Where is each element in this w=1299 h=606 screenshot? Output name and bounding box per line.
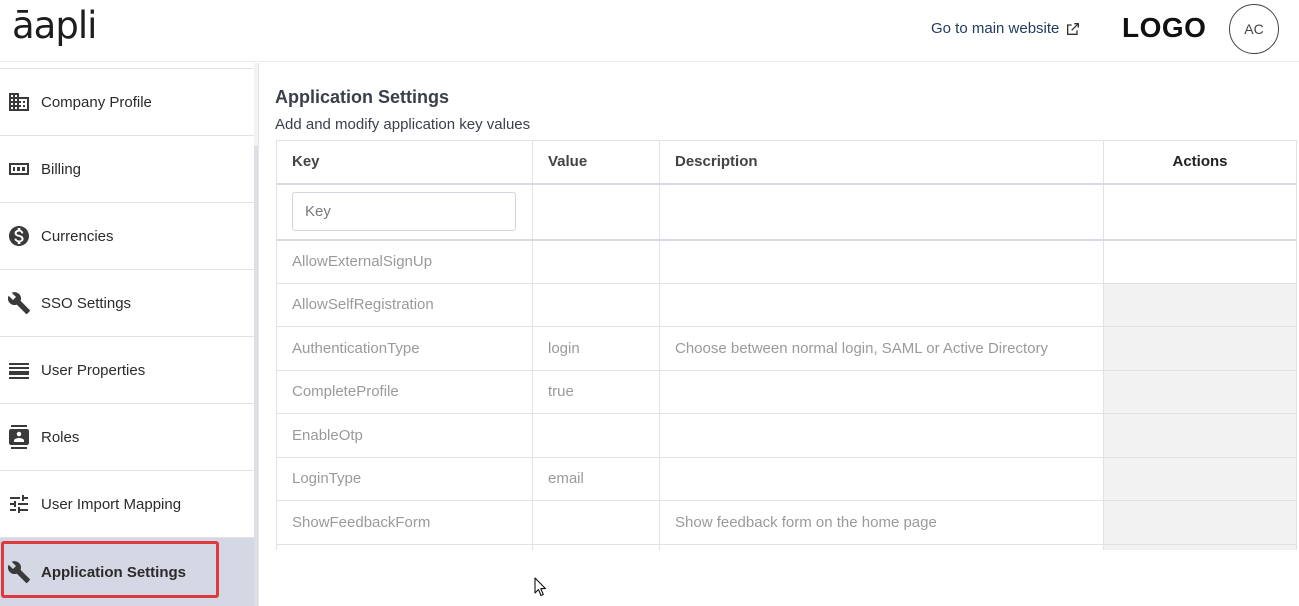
- cell-actions[interactable]: [1103, 326, 1297, 371]
- sidebar-item-label: Roles: [41, 428, 80, 446]
- counter-icon: [7, 157, 31, 181]
- table-row[interactable]: LoginType email: [276, 456, 1297, 501]
- sidebar-item-currencies[interactable]: Currencies: [0, 203, 254, 270]
- cell-value[interactable]: email: [532, 456, 660, 501]
- table-row[interactable]: [276, 543, 1297, 550]
- wrench-icon: [7, 291, 31, 315]
- sidebar-item-user-import-mapping[interactable]: User Import Mapping: [0, 471, 254, 538]
- cell-description[interactable]: [659, 543, 1104, 550]
- cell-actions[interactable]: [1103, 282, 1297, 327]
- cell-description[interactable]: Choose between normal login, SAML or Act…: [659, 326, 1104, 371]
- mouse-pointer-icon: [534, 577, 547, 597]
- cell-value[interactable]: true: [532, 369, 660, 414]
- sidebar-item-company-profile[interactable]: Company Profile: [0, 69, 254, 136]
- sidebar-item-label: Billing: [41, 160, 82, 178]
- cell-description[interactable]: [659, 369, 1104, 414]
- cell-value[interactable]: [532, 282, 660, 327]
- cell-value[interactable]: [532, 543, 660, 550]
- cell-key[interactable]: AllowSelfRegistration: [276, 282, 533, 327]
- table-row[interactable]: AllowExternalSignUp: [276, 239, 1297, 284]
- external-link-icon: [1067, 22, 1080, 35]
- cell-actions[interactable]: [1103, 239, 1297, 284]
- cell-key[interactable]: AuthenticationType: [276, 326, 533, 371]
- sidebar-item-application-settings[interactable]: Application Settings: [0, 538, 254, 606]
- cell-description[interactable]: Show feedback form on the home page: [659, 500, 1104, 545]
- cell-description[interactable]: [659, 282, 1104, 327]
- sidebar-item-sso-settings[interactable]: SSO Settings: [0, 270, 254, 337]
- top-header: āapli Go to main website LOGO AC: [0, 0, 1299, 62]
- cell-key[interactable]: LoginType: [276, 456, 533, 501]
- main-content: Application Settings Add and modify appl…: [259, 63, 1299, 606]
- sidebar-item-user-properties[interactable]: User Properties: [0, 337, 254, 404]
- main-link-label: Go to main website: [931, 20, 1060, 37]
- sidebar-item-label: Company Profile: [41, 93, 152, 111]
- sidebar-item-label: SSO Settings: [41, 294, 132, 312]
- cell-actions[interactable]: [1103, 369, 1297, 414]
- filter-cell-key: [276, 183, 533, 241]
- sidebar-item-label: User Properties: [41, 361, 146, 379]
- cell-description[interactable]: [659, 239, 1104, 284]
- column-header-description[interactable]: Description: [659, 140, 1104, 185]
- cell-value[interactable]: [532, 500, 660, 545]
- cell-key[interactable]: [276, 543, 533, 550]
- contact-card-icon: [7, 425, 31, 449]
- cell-actions[interactable]: [1103, 413, 1297, 458]
- column-header-value[interactable]: Value: [532, 140, 660, 185]
- dollar-circle-icon: [7, 224, 31, 248]
- user-avatar[interactable]: AC: [1229, 4, 1279, 54]
- table-header-row: Key Value Description Actions: [276, 140, 1297, 185]
- brand-logo[interactable]: āapli: [12, 4, 97, 47]
- sidebar-item-label: Currencies: [41, 227, 114, 245]
- key-filter-input[interactable]: [292, 192, 516, 231]
- settings-table-viewport: Key Value Description Actions AllowExter…: [259, 63, 1299, 550]
- go-to-main-website-link[interactable]: Go to main website: [931, 20, 1081, 37]
- cell-actions[interactable]: [1103, 543, 1297, 550]
- column-header-key[interactable]: Key: [276, 140, 533, 185]
- cell-actions[interactable]: [1103, 500, 1297, 545]
- cell-value[interactable]: [532, 239, 660, 284]
- cell-value[interactable]: login: [532, 326, 660, 371]
- filter-cell-description: [659, 183, 1104, 241]
- cell-actions[interactable]: [1103, 456, 1297, 501]
- sidebar-item-label: Application Settings: [41, 563, 187, 581]
- table-row[interactable]: ShowFeedbackForm Show feedback form on t…: [276, 500, 1297, 545]
- filter-cell-actions: [1103, 183, 1297, 241]
- sidebar-item-label: User Import Mapping: [41, 495, 182, 513]
- sidebar-item-roles[interactable]: Roles: [0, 404, 254, 471]
- column-header-actions: Actions: [1103, 140, 1297, 185]
- table-row[interactable]: AllowSelfRegistration: [276, 282, 1297, 327]
- cell-description[interactable]: [659, 456, 1104, 501]
- cell-value[interactable]: [532, 413, 660, 458]
- cell-key[interactable]: ShowFeedbackForm: [276, 500, 533, 545]
- table-row[interactable]: EnableOtp: [276, 413, 1297, 458]
- wrench-icon: [7, 560, 31, 584]
- sidebar-item-billing[interactable]: Billing: [0, 136, 254, 203]
- settings-table: Key Value Description Actions AllowExter…: [276, 140, 1297, 550]
- cell-key[interactable]: CompleteProfile: [276, 369, 533, 414]
- table-row[interactable]: CompleteProfile true: [276, 369, 1297, 414]
- building-icon: [7, 90, 31, 114]
- company-logo: LOGO: [1122, 12, 1207, 43]
- cell-key[interactable]: EnableOtp: [276, 413, 533, 458]
- filter-row: [276, 183, 1297, 241]
- cell-key[interactable]: AllowExternalSignUp: [276, 239, 533, 284]
- cell-description[interactable]: [659, 413, 1104, 458]
- filter-cell-value: [532, 183, 660, 241]
- list-icon: [7, 358, 31, 382]
- tune-sliders-icon: [7, 492, 31, 516]
- table-row[interactable]: AuthenticationType login Choose between …: [276, 326, 1297, 371]
